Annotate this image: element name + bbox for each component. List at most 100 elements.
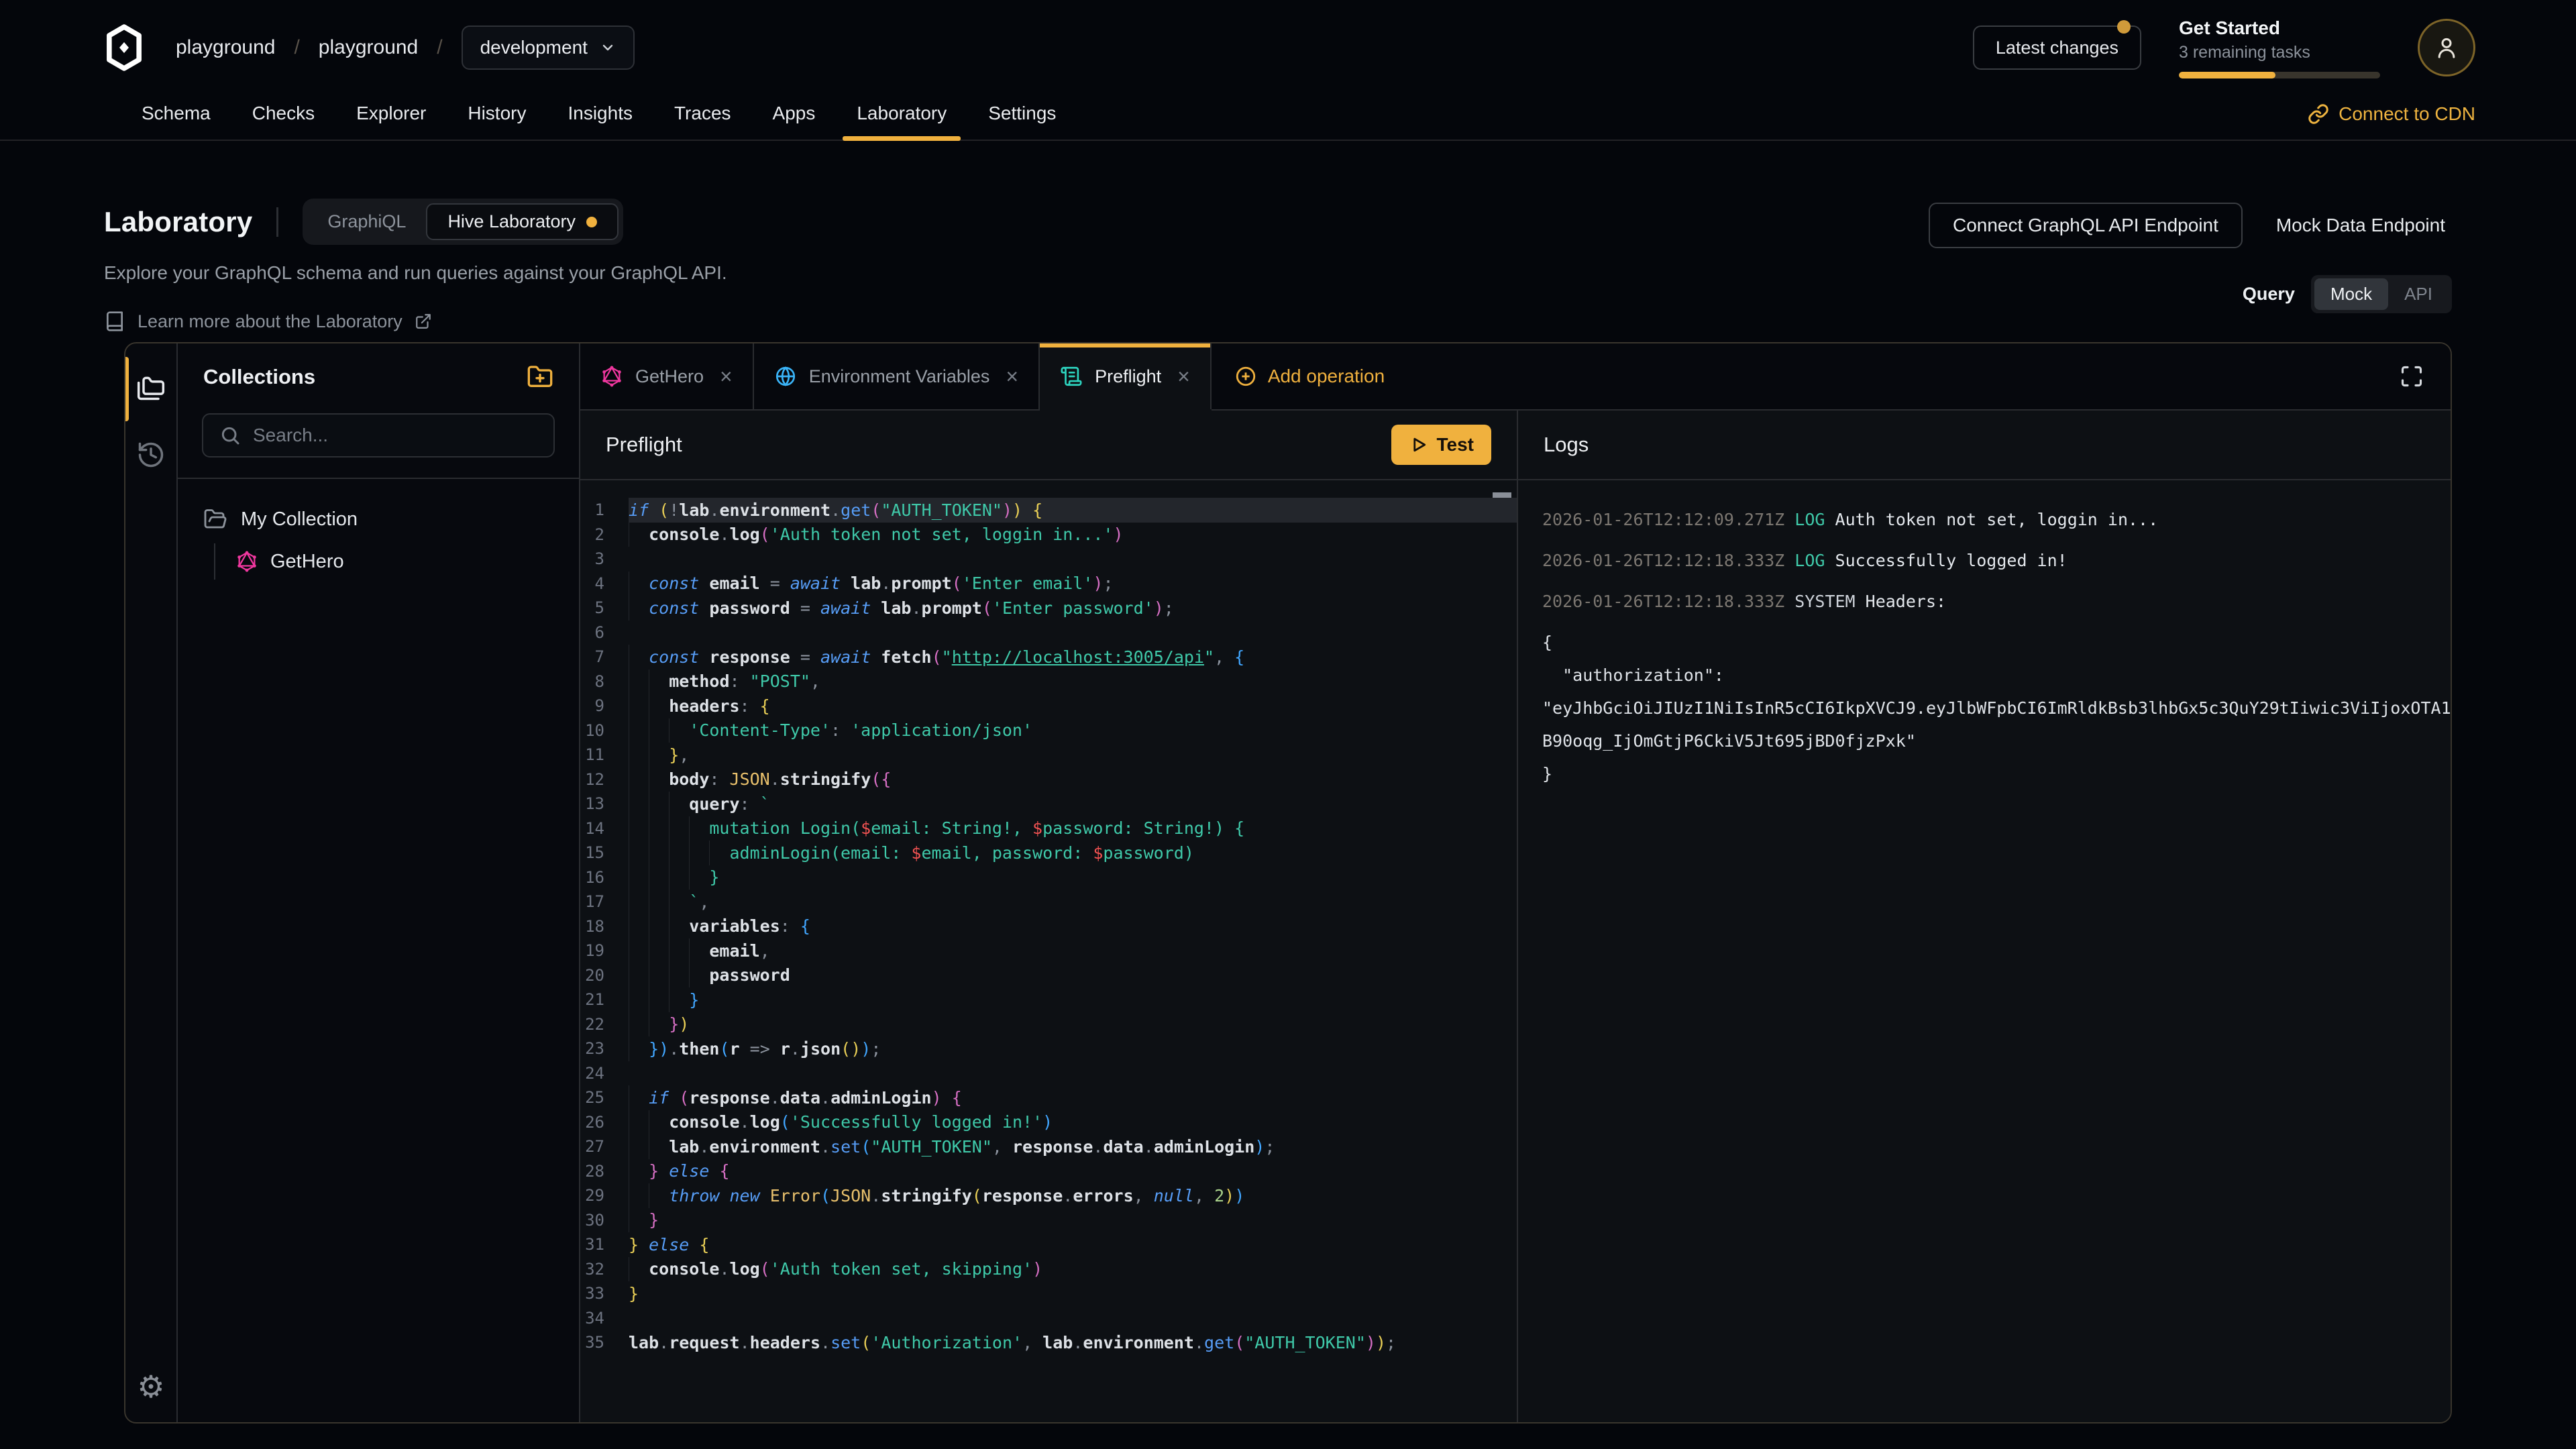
icon-rail: ⚙ (125, 343, 178, 1422)
collection-folder[interactable]: My Collection (203, 507, 553, 531)
mode-option-graphiql[interactable]: GraphiQL (307, 205, 426, 239)
collections-sidebar: Collections (178, 343, 580, 1422)
nav-item-apps[interactable]: Apps (752, 89, 837, 140)
log-level: LOG (1794, 510, 1835, 529)
line-number: 17 (580, 892, 629, 911)
nav-item-laboratory[interactable]: Laboratory (836, 89, 967, 140)
line-number: 30 (580, 1211, 629, 1230)
nav-item-history[interactable]: History (447, 89, 547, 140)
breadcrumb-project[interactable]: playground (319, 36, 418, 59)
line-number: 6 (580, 623, 629, 642)
log-level: SYSTEM (1794, 592, 1865, 611)
avatar[interactable] (2418, 19, 2475, 76)
line-number: 23 (580, 1039, 629, 1058)
breadcrumb-org[interactable]: playground (176, 36, 275, 59)
line-number: 9 (580, 696, 629, 715)
query-target-mock[interactable]: Mock (2314, 278, 2388, 310)
search-input[interactable] (253, 425, 537, 446)
link-icon (2308, 103, 2329, 125)
line-number: 28 (580, 1162, 629, 1181)
mode-option-hive-laboratory[interactable]: Hive Laboratory (426, 203, 619, 240)
code-line: 18variables: { (580, 914, 1517, 939)
code-line: 25if (response.data.adminLogin) { (580, 1085, 1517, 1110)
line-number: 29 (580, 1186, 629, 1205)
line-number: 25 (580, 1088, 629, 1107)
line-number: 31 (580, 1235, 629, 1254)
connect-to-cdn-label: Connect to CDN (2339, 103, 2475, 125)
mock-endpoint-button[interactable]: Mock Data Endpoint (2269, 215, 2452, 236)
brand-row: playground / playground / development La… (0, 0, 2576, 89)
code-line: 28} else { (580, 1159, 1517, 1184)
settings-rail-button[interactable]: ⚙ (125, 1368, 176, 1405)
tab-gethero[interactable]: GetHero × (580, 343, 754, 409)
globe-icon (774, 365, 797, 388)
test-button-label: Test (1437, 434, 1474, 455)
rail-active-indicator (125, 357, 129, 421)
code-line: 32console.log('Auth token set, skipping'… (580, 1257, 1517, 1282)
nav-item-schema[interactable]: Schema (121, 89, 231, 140)
connect-to-cdn-link[interactable]: Connect to CDN (2308, 89, 2475, 140)
history-icon (136, 440, 166, 470)
log-raw-line: "eyJhbGciOiJIUzI1NiIsInR5cCI6IkpXVCJ9.ey… (1542, 692, 2451, 724)
laboratory-header-right: Connect GraphQL API Endpoint Mock Data E… (1929, 199, 2452, 342)
code-editor[interactable]: 1if (!lab.environment.get("AUTH_TOKEN"))… (580, 480, 1517, 1422)
line-number: 26 (580, 1113, 629, 1132)
nav-item-explorer[interactable]: Explorer (335, 89, 447, 140)
code-line: 11}, (580, 743, 1517, 767)
operation-name: GetHero (270, 551, 344, 573)
nav-item-settings[interactable]: Settings (967, 89, 1077, 140)
code-line: 3 (580, 547, 1517, 572)
close-icon[interactable]: × (1006, 364, 1018, 389)
log-message: Auth token not set, loggin in... (1835, 510, 2159, 529)
code-line: 26console.log('Successfully logged in!') (580, 1110, 1517, 1135)
nav-item-checks[interactable]: Checks (231, 89, 335, 140)
nav-row: SchemaChecksExplorerHistoryInsightsTrace… (0, 89, 2576, 140)
history-rail-button[interactable] (136, 440, 166, 470)
learn-more-link[interactable]: Learn more about the Laboratory (104, 311, 727, 332)
external-link-icon (415, 313, 432, 330)
line-number: 2 (580, 525, 629, 544)
collections-search[interactable] (202, 413, 555, 458)
operation-tabstrip: GetHero×Environment Variables×Preflight×… (580, 343, 2451, 411)
code-line: 35lab.request.headers.set('Authorization… (580, 1330, 1517, 1355)
tab-environment-variables[interactable]: Environment Variables × (754, 343, 1040, 409)
tab-label: Environment Variables (809, 366, 990, 387)
graphql-icon (235, 550, 258, 573)
page-subtitle: Explore your GraphQL schema and run quer… (104, 262, 727, 284)
log-entry: 2026-01-26T12:12:18.333Z LOG Successfull… (1542, 544, 2451, 577)
code-line: 30} (580, 1208, 1517, 1233)
line-number: 3 (580, 549, 629, 568)
latest-changes-button[interactable]: Latest changes (1973, 25, 2141, 70)
hive-logo-icon[interactable] (101, 23, 148, 72)
editor-logs-split: Preflight Test 1if (!lab.environment.get… (580, 411, 2451, 1422)
target-selector[interactable]: development (462, 25, 635, 70)
query-target-row: Query MockAPI (2243, 275, 2452, 313)
close-icon[interactable]: × (1177, 364, 1190, 389)
tab-label: GetHero (635, 366, 704, 387)
code-line: 2console.log('Auth token not set, loggin… (580, 523, 1517, 547)
collections-rail-button[interactable] (136, 373, 166, 402)
operation-item-gethero[interactable]: GetHero (235, 543, 553, 580)
logs-output[interactable]: 2026-01-26T12:12:09.271Z LOG Auth token … (1518, 480, 2451, 1422)
close-icon[interactable]: × (720, 364, 733, 389)
line-number: 16 (580, 868, 629, 887)
tab-preflight[interactable]: Preflight× (1040, 343, 1212, 409)
test-button[interactable]: Test (1391, 425, 1492, 465)
user-icon (2433, 34, 2460, 61)
editor-scrollbar[interactable] (1493, 492, 1511, 498)
line-number: 14 (580, 819, 629, 838)
add-operation-button[interactable]: Add operation (1212, 343, 1407, 409)
query-target-api[interactable]: API (2388, 278, 2449, 310)
header-actions: Latest changes Get Started 3 remaining t… (1973, 17, 2475, 78)
fullscreen-button[interactable] (2393, 358, 2430, 395)
breadcrumb-separator: / (437, 36, 442, 59)
laboratory-panel: ⚙ Collections (124, 342, 2452, 1424)
code-line: 34 (580, 1306, 1517, 1331)
nav-item-traces[interactable]: Traces (653, 89, 752, 140)
nav-item-insights[interactable]: Insights (547, 89, 653, 140)
add-collection-button[interactable] (527, 364, 553, 390)
get-started-widget[interactable]: Get Started 3 remaining tasks (2179, 17, 2380, 78)
connect-endpoint-button[interactable]: Connect GraphQL API Endpoint (1929, 203, 2243, 248)
get-started-title: Get Started (2179, 17, 2380, 39)
line-number: 11 (580, 745, 629, 764)
